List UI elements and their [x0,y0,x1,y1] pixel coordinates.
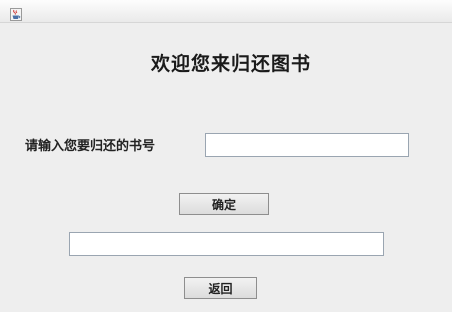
confirm-button[interactable]: 确定 [179,193,269,215]
return-book-window: 欢迎您来归还图书 请输入您要归还的书号 确定 返回 [0,0,452,312]
book-number-input[interactable] [205,133,409,157]
back-button[interactable]: 返回 [184,277,257,299]
content-panel: 欢迎您来归还图书 请输入您要归还的书号 确定 返回 [0,23,452,312]
page-title: 欢迎您来归还图书 [150,53,311,75]
book-number-label: 请输入您要归还的书号 [25,139,156,154]
result-field[interactable] [69,232,384,256]
java-coffee-cup-icon [10,8,22,21]
title-bar[interactable] [0,0,452,23]
